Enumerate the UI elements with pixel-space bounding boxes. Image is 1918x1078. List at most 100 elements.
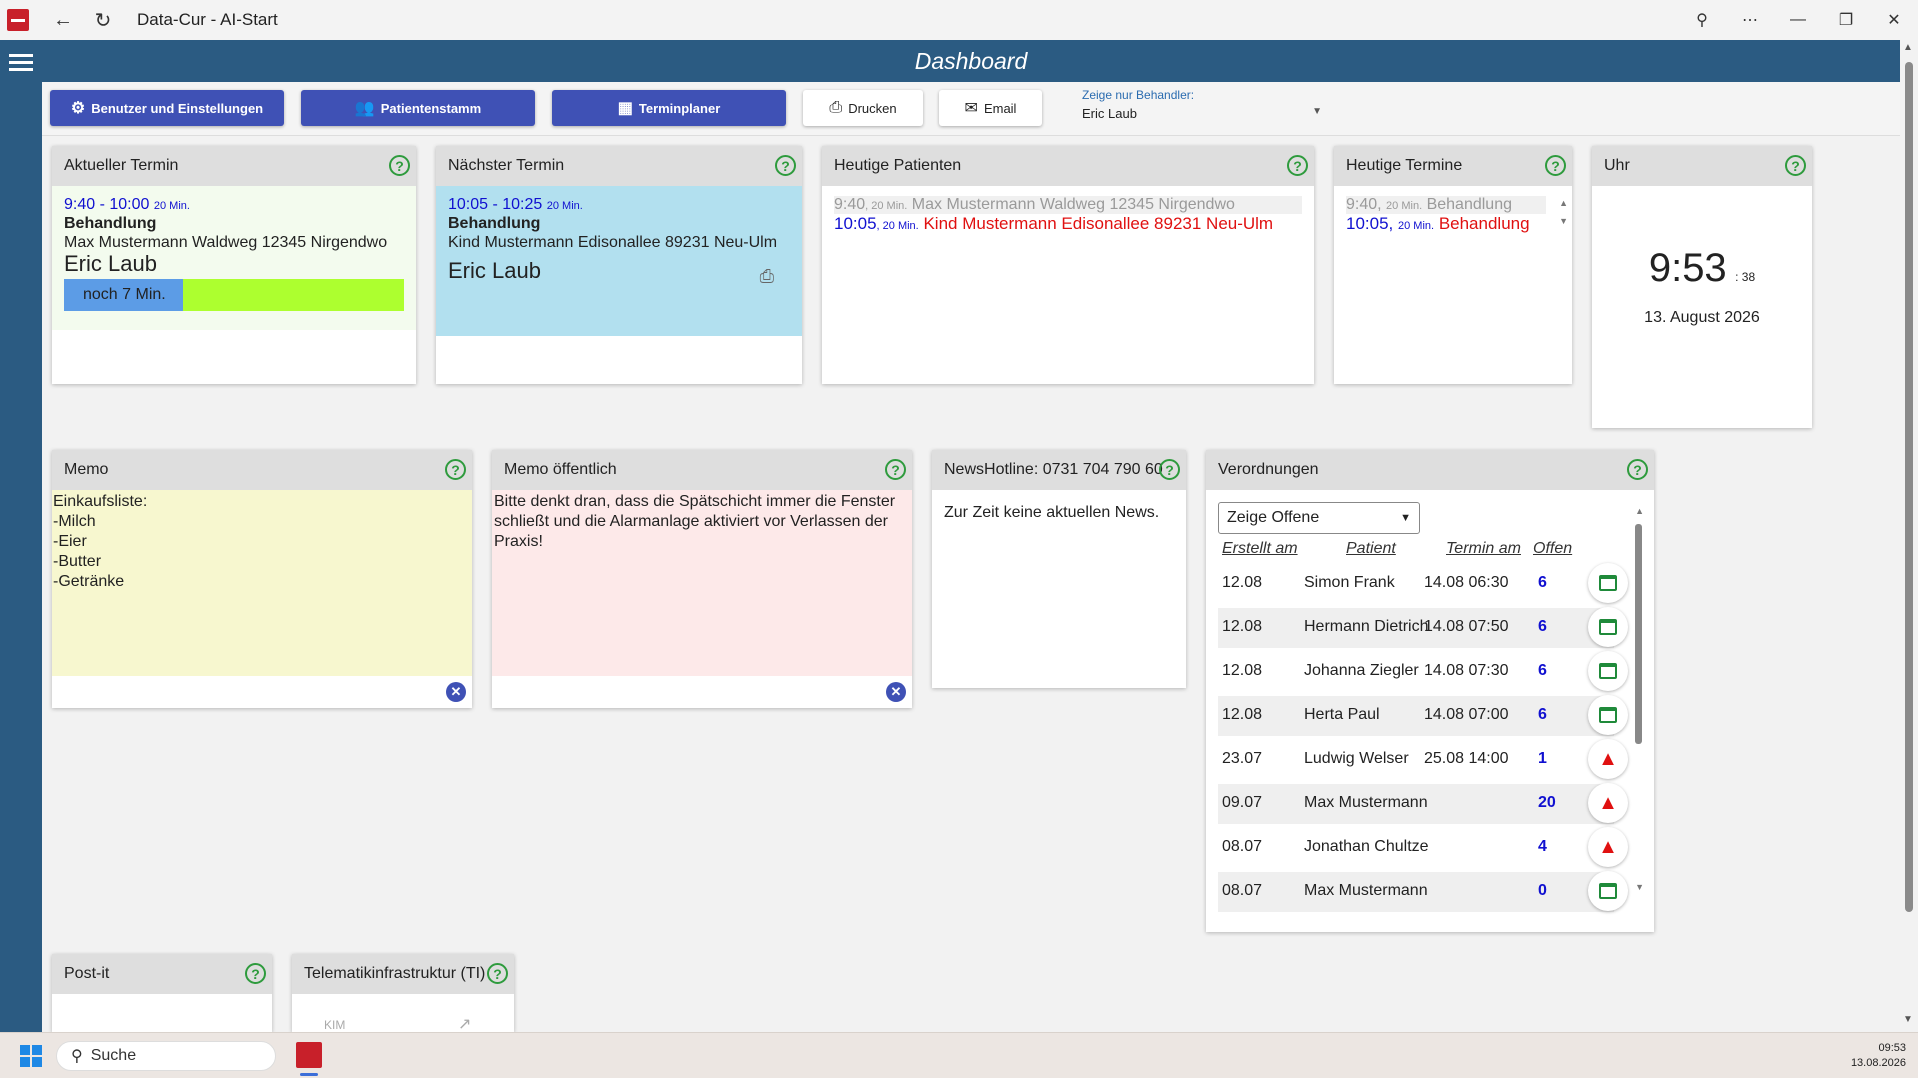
print-button[interactable]: ⎙ Drucken — [803, 90, 923, 126]
table-row[interactable]: 12.08 Johanna Ziegler 14.08 07:30 6 — [1218, 651, 1628, 692]
help-icon[interactable]: ? — [445, 459, 466, 480]
clear-memo-icon[interactable]: ✕ — [446, 682, 466, 702]
clock-card: Uhr? 9:53 : 38 13. August 2026 — [1592, 146, 1812, 428]
active-indicator — [300, 1073, 318, 1076]
cell-patient: Max Mustermann — [1304, 794, 1428, 811]
calendar-icon[interactable] — [1588, 607, 1628, 647]
scroll-thumb[interactable] — [1635, 524, 1642, 744]
scroll-up-icon[interactable]: ▲ — [1635, 506, 1644, 516]
list-item[interactable]: 9:40, 20 Min. Behandlung — [1346, 196, 1546, 214]
scheduler-button[interactable]: ▦ Terminplaner — [552, 90, 786, 126]
card-title: Aktueller Termin — [64, 157, 179, 174]
clock-time: 9:53 — [1648, 246, 1727, 290]
card-title: NewsHotline: 0731 704 790 60 — [944, 461, 1163, 478]
scroll-down-icon[interactable]: ▼ — [1903, 1014, 1913, 1025]
zoom-icon[interactable]: ⚲ — [1678, 0, 1726, 40]
help-icon[interactable]: ? — [775, 155, 796, 176]
card-title: Memo — [64, 461, 109, 478]
warning-icon[interactable]: ▲ — [1588, 783, 1628, 823]
clock-seconds: : 38 — [1735, 270, 1756, 284]
help-icon[interactable]: ? — [1545, 155, 1566, 176]
cell-open: 1 — [1538, 750, 1547, 767]
list-item[interactable]: 10:05, 20 Min. Behandlung — [1346, 214, 1560, 234]
behandler-filter[interactable]: Zeige nur Behandler: Eric Laub ▼ — [1082, 88, 1322, 121]
restore-icon[interactable]: ❐ — [1822, 0, 1870, 40]
windows-start-icon[interactable] — [20, 1045, 42, 1067]
cell-created: 12.08 — [1222, 618, 1263, 635]
list-item[interactable]: 9:40, 20 Min. Max Mustermann Waldweg 123… — [834, 196, 1302, 214]
table-row[interactable]: 12.08 Simon Frank 14.08 06:30 6 — [1218, 563, 1628, 604]
taskbar: ⚲ Suche 09:53 13.08.2026 — [0, 1032, 1918, 1078]
refresh-icon[interactable]: ↻ — [83, 0, 123, 40]
column-header[interactable]: Termin am — [1446, 540, 1521, 558]
external-link-icon[interactable]: ↗ — [458, 1014, 471, 1032]
card-title: Telematikinfrastruktur (TI) — [304, 965, 486, 982]
menu-icon[interactable] — [9, 54, 33, 75]
card-title: Verordnungen — [1218, 461, 1319, 478]
scroll-up-icon[interactable]: ▲ — [1903, 42, 1913, 53]
calendar-icon[interactable] — [1588, 651, 1628, 691]
cell-appointment: 14.08 07:30 — [1424, 662, 1509, 679]
cell-open: 6 — [1538, 618, 1547, 635]
cell-appointment: 14.08 06:30 — [1424, 574, 1509, 591]
column-header[interactable]: Erstellt am — [1222, 540, 1298, 558]
help-icon[interactable]: ? — [1785, 155, 1806, 176]
help-icon[interactable]: ? — [1159, 459, 1180, 480]
cell-patient: Hermann Dietrich — [1304, 618, 1429, 635]
column-header[interactable]: Patient — [1346, 540, 1396, 558]
scroll-down-icon[interactable]: ▼ — [1635, 882, 1644, 892]
calendar-icon[interactable] — [1588, 871, 1628, 911]
warning-icon[interactable]: ▲ — [1588, 827, 1628, 867]
cell-appointment: 14.08 07:00 — [1424, 706, 1509, 723]
help-icon[interactable]: ? — [389, 155, 410, 176]
cell-created: 12.08 — [1222, 574, 1263, 591]
help-icon[interactable]: ? — [1287, 155, 1308, 176]
help-icon[interactable]: ? — [487, 963, 508, 984]
postit-card: Post-it? — [52, 954, 272, 1032]
title-bar: ← ↻ Data-Cur - AI-Start ⚲ ⋯ — ❐ ✕ — [0, 0, 1918, 40]
help-icon[interactable]: ? — [1627, 459, 1648, 480]
behandler-filter-value: Eric Laub — [1082, 106, 1137, 121]
table-row[interactable]: 08.07 Jonathan Chultze 4 ▲ — [1218, 827, 1628, 868]
prescriptions-filter-select[interactable]: Zeige Offene ▼ — [1218, 502, 1420, 534]
card-title: Heutige Patienten — [834, 157, 962, 174]
users-settings-button[interactable]: ⚙ Benutzer und Einstellungen — [50, 90, 284, 126]
scroll-up-icon[interactable]: ▲ — [1559, 198, 1568, 208]
page-scrollbar[interactable]: ▲ ▼ — [1900, 40, 1918, 1032]
cell-patient: Max Mustermann — [1304, 882, 1428, 899]
memo-textarea[interactable]: Einkaufsliste: -Milch -Eier -Butter -Get… — [52, 490, 472, 676]
back-icon[interactable]: ← — [43, 0, 83, 40]
close-icon[interactable]: ✕ — [1870, 0, 1918, 40]
dashboard-header: Dashboard — [42, 40, 1900, 82]
patients-button[interactable]: 👥 Patientenstamm — [301, 90, 535, 126]
table-row[interactable]: 09.07 Max Mustermann 20 ▲ — [1218, 783, 1628, 824]
table-row[interactable]: 08.07 Max Mustermann 0 — [1218, 871, 1628, 912]
system-clock[interactable]: 09:53 13.08.2026 — [1851, 1041, 1906, 1071]
cell-patient: Jonathan Chultze — [1304, 838, 1429, 855]
help-icon[interactable]: ? — [245, 963, 266, 984]
calendar-icon[interactable] — [1588, 563, 1628, 603]
toolbar: ⚙ Benutzer und Einstellungen 👥 Patienten… — [42, 82, 1900, 136]
cell-created: 12.08 — [1222, 662, 1263, 679]
more-icon[interactable]: ⋯ — [1726, 0, 1774, 40]
table-row[interactable]: 12.08 Hermann Dietrich 14.08 07:50 6 — [1218, 607, 1628, 648]
warning-icon[interactable]: ▲ — [1588, 739, 1628, 779]
help-icon[interactable]: ? — [885, 459, 906, 480]
scroll-thumb[interactable] — [1905, 62, 1913, 912]
scroll-down-icon[interactable]: ▼ — [1559, 216, 1568, 226]
public-memo-textarea[interactable]: Bitte denkt dran, dass die Spätschicht i… — [492, 490, 912, 676]
list-item[interactable]: 10:05, 20 Min. Kind Mustermann Edisonall… — [834, 214, 1302, 234]
email-button[interactable]: ✉ Email — [939, 90, 1042, 126]
minimize-icon[interactable]: — — [1774, 0, 1822, 40]
column-header[interactable]: Offen — [1533, 540, 1572, 558]
app-taskbar-icon[interactable] — [296, 1042, 322, 1068]
calendar-icon[interactable] — [1588, 695, 1628, 735]
taskbar-search[interactable]: ⚲ Suche — [56, 1041, 276, 1071]
clear-public-memo-icon[interactable]: ✕ — [886, 682, 906, 702]
table-row[interactable]: 12.08 Herta Paul 14.08 07:00 6 — [1218, 695, 1628, 736]
current-appointment-body: 9:40 - 10:00 20 Min. Behandlung Max Must… — [52, 186, 416, 330]
window-controls: ⚲ ⋯ — ❐ ✕ — [1678, 0, 1918, 40]
table-row[interactable]: 23.07 Ludwig Welser 25.08 14:00 1 ▲ — [1218, 739, 1628, 780]
window-title: Data-Cur - AI-Start — [137, 10, 278, 29]
print-icon[interactable]: ⎙ — [760, 266, 774, 287]
